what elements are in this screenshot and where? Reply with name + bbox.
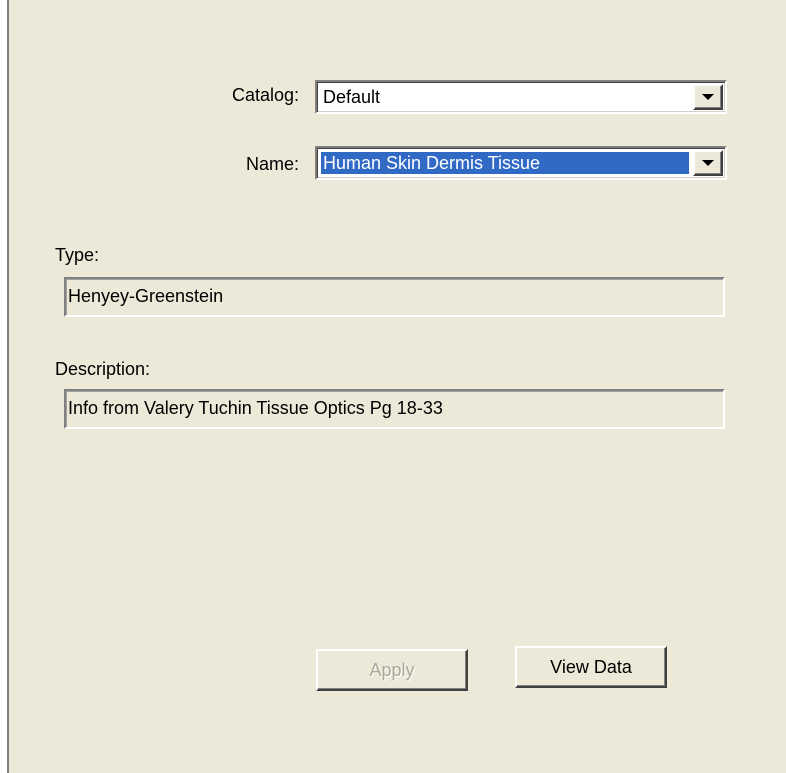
catalog-dropdown[interactable]: Default — [315, 80, 727, 114]
description-field: Info from Valery Tuchin Tissue Optics Pg… — [64, 389, 725, 429]
description-label: Description: — [55, 359, 151, 379]
name-dropdown[interactable]: Human Skin Dermis Tissue — [315, 146, 727, 180]
chevron-down-icon — [702, 160, 714, 166]
catalog-label: Catalog: — [231, 85, 299, 105]
name-label: Name: — [245, 154, 299, 174]
catalog-dropdown-button[interactable] — [693, 84, 723, 110]
chevron-down-icon — [702, 94, 714, 100]
properties-panel: Catalog: Default Name: Human Skin Dermis… — [7, 0, 786, 773]
type-label: Type: — [55, 245, 100, 265]
type-field: Henyey-Greenstein — [64, 277, 725, 317]
catalog-dropdown-value: Default — [323, 87, 381, 107]
view-data-button[interactable]: View Data — [515, 646, 667, 688]
apply-button[interactable]: Apply — [316, 649, 468, 691]
name-dropdown-value: Human Skin Dermis Tissue — [321, 152, 689, 174]
name-dropdown-button[interactable] — [693, 150, 723, 176]
